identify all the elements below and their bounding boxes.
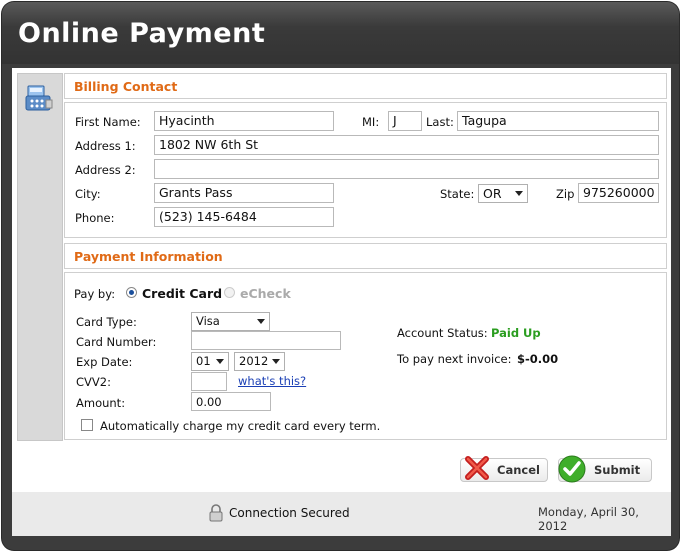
whats-this-link[interactable]: what's this? <box>238 374 306 388</box>
echeck-radio[interactable] <box>224 287 235 298</box>
state-value: OR <box>483 186 502 201</box>
chevron-down-icon <box>257 319 265 324</box>
address1-field[interactable]: 1802 NW 6th St <box>154 135 659 155</box>
chevron-down-icon <box>515 191 523 196</box>
title-bar: Online Payment <box>2 2 679 64</box>
account-status-label: Account Status: <box>397 326 488 340</box>
amount-field[interactable]: 0.00 <box>191 392 271 411</box>
first-name-field[interactable]: Hyacinth <box>154 111 334 131</box>
cvv2-field[interactable] <box>191 372 227 391</box>
connection-status: Connection Secured <box>229 506 350 520</box>
address2-label: Address 2: <box>75 163 136 177</box>
address2-field[interactable] <box>154 159 659 179</box>
payment-info-panel: Pay by: Credit Card eCheck Card Type: Vi… <box>64 272 667 440</box>
card-number-field[interactable] <box>191 331 341 350</box>
footer-date: Monday, April 30, 2012 <box>538 505 639 533</box>
state-label: State: <box>440 187 475 201</box>
next-invoice-label: To pay next invoice: <box>397 352 512 366</box>
credit-card-radio[interactable] <box>126 287 137 298</box>
exp-month-value: 01 <box>196 354 211 368</box>
last-name-label: Last: <box>426 115 454 129</box>
cash-register-icon <box>24 82 54 117</box>
content-area: Billing Contact First Name: Hyacinth MI:… <box>12 68 671 492</box>
billing-contact-header: Billing Contact <box>64 73 667 99</box>
billing-contact-title: Billing Contact <box>74 79 178 94</box>
green-check-icon <box>558 455 586 483</box>
auto-charge-label: Automatically charge my credit card ever… <box>100 419 381 433</box>
state-select[interactable]: OR <box>478 184 528 203</box>
exp-year-select[interactable]: 2012 <box>234 352 285 371</box>
mi-field[interactable]: J <box>388 111 422 131</box>
exp-date-label: Exp Date: <box>76 355 133 369</box>
account-status-value: Paid Up <box>491 326 541 340</box>
submit-button[interactable]: Submit <box>558 455 652 483</box>
card-number-label: Card Number: <box>76 335 157 349</box>
city-label: City: <box>75 187 101 201</box>
cancel-label: Cancel <box>497 463 540 477</box>
card-type-select[interactable]: Visa <box>191 312 270 331</box>
cvv2-label: CVV2: <box>76 375 111 389</box>
card-type-label: Card Type: <box>76 315 137 329</box>
credit-card-option-label[interactable]: Credit Card <box>142 286 222 301</box>
status-footer: Connection Secured Monday, April 30, 201… <box>12 492 671 536</box>
phone-label: Phone: <box>75 211 115 225</box>
mi-label: MI: <box>362 115 380 129</box>
city-field[interactable]: Grants Pass <box>154 183 334 203</box>
cancel-button[interactable]: Cancel <box>460 456 548 482</box>
next-invoice-value: $-0.00 <box>517 352 559 366</box>
padlock-icon <box>209 504 223 522</box>
address1-label: Address 1: <box>75 139 136 153</box>
zip-label: Zip <box>556 187 575 201</box>
payment-info-title: Payment Information <box>74 249 223 264</box>
chevron-down-icon <box>272 359 280 364</box>
card-type-value: Visa <box>196 314 220 328</box>
pay-by-label: Pay by: <box>74 287 116 301</box>
side-rail <box>17 73 63 441</box>
billing-contact-panel: First Name: Hyacinth MI: J Last: Tagupa … <box>64 102 667 238</box>
submit-label: Submit <box>594 463 641 477</box>
first-name-label: First Name: <box>75 115 141 129</box>
payment-window: Online Payment Billing Contact First Nam… <box>2 2 679 550</box>
last-name-field[interactable]: Tagupa <box>457 111 659 131</box>
payment-info-header: Payment Information <box>64 243 667 269</box>
exp-month-select[interactable]: 01 <box>191 352 229 371</box>
chevron-down-icon <box>216 359 224 364</box>
window-title: Online Payment <box>18 18 266 49</box>
exp-year-value: 2012 <box>239 354 269 368</box>
phone-field[interactable]: (523) 145-6484 <box>154 207 334 227</box>
amount-label: Amount: <box>76 396 126 410</box>
red-x-icon <box>465 456 489 480</box>
auto-charge-checkbox[interactable] <box>81 419 93 431</box>
echeck-option-label[interactable]: eCheck <box>240 286 291 301</box>
zip-field[interactable]: 975260000 <box>578 183 659 203</box>
